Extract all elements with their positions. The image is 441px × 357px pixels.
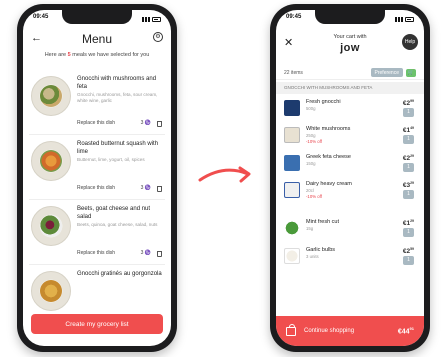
create-grocery-list-button[interactable]: Create my grocery list [31,314,163,334]
trash-icon[interactable] [157,251,162,257]
continue-shopping-button[interactable]: Continue shopping €4491 [276,316,424,346]
arrow-icon [198,166,251,183]
bag-icon [286,323,296,336]
product-image [284,248,300,264]
servings-count[interactable]: 3 ♑ [141,250,151,256]
product-row[interactable]: Fresh gnocchi 500g €299 1 [276,96,424,123]
product-row[interactable]: Garlic bulbs 3 units €259 1 [276,244,424,271]
product-size: 15g [306,226,314,231]
product-size: 150g [306,161,316,166]
preference-button[interactable]: Preference [370,68,403,77]
status-bar: 09:45 [33,14,161,24]
product-price: €329 [402,181,414,190]
page-title: Menu [81,32,113,46]
replace-dish-button[interactable]: Replace this dish [77,250,115,256]
battery-icon [405,16,414,22]
product-image [284,155,300,171]
servings-count[interactable]: 3 ♑ [141,185,151,191]
cart-toolbar: 22 items Preference 🛒 [276,66,424,80]
product-price: €229 [402,154,414,163]
section-header: Gnocchi with mushrooms and feta [276,82,424,94]
product-discount: -10% off [306,194,322,199]
trash-icon[interactable] [157,186,162,192]
meal-description: Gnocchi, mushrooms, feta, sour cream, wh… [77,92,158,103]
items-count: 22 items [284,69,303,76]
quantity-stepper[interactable]: 1 [403,228,414,237]
phone-cart: 09:45 ✕ Your cart with jow Help 22 items… [270,4,430,352]
cart-screen: 09:45 ✕ Your cart with jow Help 22 items… [276,10,424,346]
meal-card[interactable]: Gnocchi with mushrooms and feta Gnocchi,… [29,70,165,135]
phone-menu: 09:45 ← Menu ⚙ Here are 5 meals we have … [17,4,177,352]
product-image [284,100,300,116]
product-price: €129 [402,219,414,228]
product-image [284,182,300,198]
continue-shopping-label: Continue shopping [304,328,355,334]
cart-icon[interactable]: 🛒 [406,68,416,77]
meal-image [31,76,71,116]
product-discount: -10% off [306,139,322,144]
product-row[interactable]: White mushrooms 250g -10% off €149 1 [276,123,424,150]
meal-image [31,206,71,246]
status-time: 09:45 [33,14,49,20]
cart-total: €4491 [397,326,414,336]
replace-dish-button[interactable]: Replace this dish [77,120,115,126]
product-name: Fresh gnocchi [306,99,341,105]
product-name: Garlic bulbs [306,247,336,253]
battery-icon [152,16,161,22]
quantity-stepper[interactable]: 1 [403,163,414,172]
product-row[interactable]: Mint fresh cut 15g €129 1 [276,216,424,243]
status-time: 09:45 [286,14,302,20]
signal-icon [142,16,150,22]
product-row[interactable]: Greek feta cheese 150g €229 1 [276,151,424,178]
quantity-stepper[interactable]: 1 [403,135,414,144]
back-arrow-icon[interactable]: ← [31,32,42,44]
menu-screen: 09:45 ← Menu ⚙ Here are 5 meals we have … [23,10,171,346]
product-name: Dairy heavy cream [306,181,352,187]
meal-card[interactable]: Beets, goat cheese and nut salad Beets, … [29,200,165,265]
product-name: Mint fresh cut [306,219,340,225]
meal-image [31,271,71,311]
servings-count[interactable]: 3 ♑ [141,120,151,126]
status-bar: 09:45 [286,14,414,24]
meal-name: Roasted butternut squash with lime [77,141,159,155]
meal-card[interactable]: Roasted butternut squash with lime Butte… [29,135,165,200]
signal-icon [395,16,403,22]
product-name: Greek feta cheese [306,154,351,160]
meal-name: Gnocchi gratinés au gorgonzola [77,271,162,277]
product-price: €149 [402,126,414,135]
meal-name: Beets, goat cheese and nut salad [77,206,151,220]
product-image [284,127,300,143]
product-size: 250g [306,133,316,138]
product-size: 20cl [306,188,314,193]
menu-header: ← Menu ⚙ [23,28,171,50]
product-size: 3 units [306,254,319,259]
settings-icon[interactable]: ⚙ [153,32,163,42]
product-image [284,220,300,236]
help-button[interactable]: Help [402,34,418,50]
product-price: €259 [402,247,414,256]
cart-header: ✕ Your cart with jow Help [276,28,424,64]
product-price: €299 [402,99,414,108]
product-name: White mushrooms [306,126,351,132]
quantity-stepper[interactable]: 1 [403,190,414,199]
trash-icon[interactable] [157,121,162,127]
quantity-stepper[interactable]: 1 [403,108,414,117]
product-size: 500g [306,106,316,111]
meal-name: Gnocchi with mushrooms and feta [77,76,157,90]
meal-description: Butternut, lime, yogurt, oil, spices [77,157,145,162]
product-row[interactable]: Dairy heavy cream 20cl -10% off €329 1 [276,178,424,214]
menu-subtitle: Here are 5 meals we have selected for yo… [44,52,150,58]
meal-description: Beets, quinoa, goat cheese, salad, nuts [77,222,158,227]
meal-image [31,141,71,181]
quantity-stepper[interactable]: 1 [403,256,414,265]
replace-dish-button[interactable]: Replace this dish [77,185,115,191]
